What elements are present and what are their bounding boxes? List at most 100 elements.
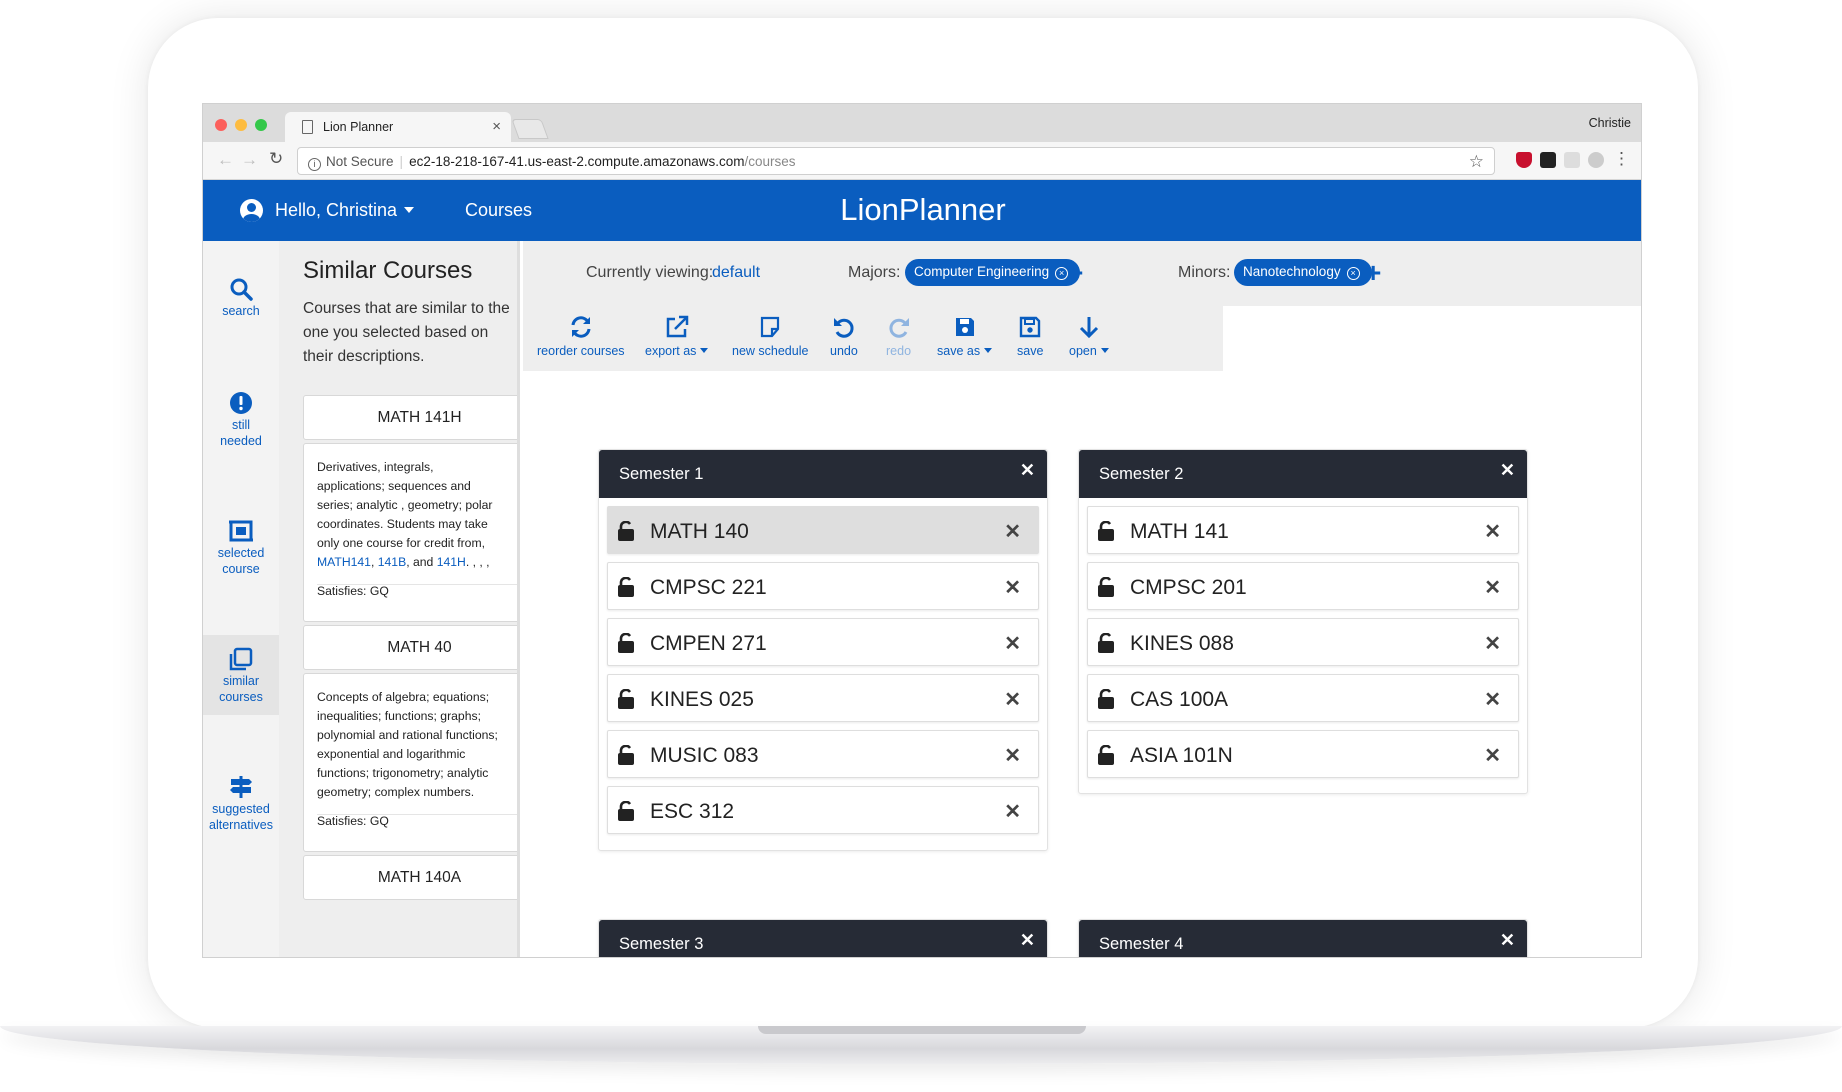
extension-icon[interactable] [1588,152,1604,168]
new-schedule-button[interactable]: new schedule [732,315,808,358]
link-separator: , and [406,555,437,569]
forward-icon[interactable]: → [241,150,258,170]
remove-semester-icon[interactable]: ✕ [1500,930,1515,951]
extension-icon[interactable] [1564,152,1580,168]
undo-button[interactable]: undo [830,315,858,358]
course-row[interactable]: MATH 141 ✕ [1087,506,1519,554]
sidebar-item-selected-course[interactable]: selected course [203,519,279,577]
similar-course-header[interactable]: MATH 141H [303,395,517,440]
unlock-icon[interactable] [617,688,635,715]
sidebar-item-suggested-alternatives[interactable]: suggested alternatives [203,775,279,833]
course-row[interactable]: CMPSC 221 ✕ [607,562,1039,610]
remove-course-icon[interactable]: ✕ [1004,575,1021,600]
ublock-extension-icon[interactable] [1516,152,1532,168]
browser-menu-icon[interactable]: ⋮ [1613,149,1630,169]
remove-semester-icon[interactable]: ✕ [1020,930,1035,951]
sidebar-item-label: alternatives [209,818,273,832]
tab-close-icon[interactable]: × [492,118,501,135]
save-as-button[interactable]: save as [937,315,993,358]
remove-course-icon[interactable]: ✕ [1484,631,1501,656]
remove-circle-icon[interactable]: × [1346,267,1360,280]
course-row[interactable]: KINES 025 ✕ [607,674,1039,722]
extension-icon[interactable] [1540,152,1556,168]
course-row[interactable]: ESC 312 ✕ [607,786,1039,834]
semester-title: Semester 2 [1099,465,1184,483]
course-link[interactable]: MATH141 [317,555,371,569]
course-row[interactable]: MATH 140 ✕ [607,506,1039,554]
sidebar-item-label: selected [217,546,265,560]
url-host: ec2-18-218-167-41.us-east-2.compute.amaz… [409,154,745,169]
sidebar-item-search[interactable]: search [203,277,279,319]
browser-tab[interactable]: Lion Planner × [285,112,511,142]
course-row[interactable]: CMPSC 201 ✕ [1087,562,1519,610]
course-row[interactable]: CAS 100A ✕ [1087,674,1519,722]
url-input[interactable]: i Not Secure | ec2-18-218-167-41.us-east-2.… [297,147,1495,175]
profile-name[interactable]: Christie [1589,116,1631,130]
unlock-icon[interactable] [1097,632,1115,659]
course-description-line: applications; sequences and [317,479,471,493]
new-note-icon [761,316,780,338]
nav-courses-link[interactable]: Courses [465,200,532,221]
course-row[interactable]: KINES 088 ✕ [1087,618,1519,666]
minimize-window-button[interactable] [235,119,247,131]
course-row[interactable]: ASIA 101N ✕ [1087,730,1519,778]
export-as-button[interactable]: export as [645,315,709,358]
remove-course-icon[interactable]: ✕ [1004,687,1021,712]
remove-course-icon[interactable]: ✕ [1484,575,1501,600]
reload-icon[interactable]: ↻ [269,149,283,169]
laptop-notch [758,1026,1086,1034]
unlock-icon[interactable] [617,800,635,827]
security-label: Not Secure [326,154,394,169]
add-minor-button[interactable]: + [1365,257,1381,289]
unlock-icon[interactable] [617,576,635,603]
unlock-icon[interactable] [617,744,635,771]
remove-course-icon[interactable]: ✕ [1004,519,1021,544]
course-row[interactable]: MUSIC 083 ✕ [607,730,1039,778]
remove-course-icon[interactable]: ✕ [1484,519,1501,544]
viewing-value[interactable]: default [712,264,760,282]
major-badge[interactable]: Computer Engineering × [905,259,1081,286]
unlock-icon[interactable] [1097,520,1115,547]
major-name: Computer Engineering [914,264,1050,279]
remove-course-icon[interactable]: ✕ [1004,743,1021,768]
course-row[interactable]: CMPEN 271 ✕ [607,618,1039,666]
unlock-icon[interactable] [1097,744,1115,771]
toolbar-label: new schedule [732,344,809,358]
chevron-down-icon [700,348,709,353]
bookmark-star-icon[interactable]: ☆ [1469,152,1484,172]
unlock-icon[interactable] [1097,576,1115,603]
remove-semester-icon[interactable]: ✕ [1020,460,1035,481]
redo-button[interactable]: redo [886,315,911,358]
similar-course-header[interactable]: MATH 140A [303,855,517,900]
unlock-icon[interactable] [617,632,635,659]
remove-course-icon[interactable]: ✕ [1484,743,1501,768]
remove-course-icon[interactable]: ✕ [1004,631,1021,656]
sidebar-item-still-needed[interactable]: still needed [203,391,279,449]
course-code: CMPEN 271 [650,632,767,655]
course-link[interactable]: 141H [437,555,466,569]
maximize-window-button[interactable] [255,119,267,131]
course-link[interactable]: 141B [378,555,406,569]
remove-course-icon[interactable]: ✕ [1484,687,1501,712]
open-button[interactable]: open [1069,315,1109,358]
minor-badge[interactable]: Nanotechnology × [1234,259,1372,286]
save-button[interactable]: save [1017,315,1043,358]
back-icon[interactable]: ← [217,150,234,170]
unlock-icon[interactable] [617,520,635,547]
satisfies-value: GQ [369,584,389,598]
course-description-line: coordinates. Students may take [317,517,488,531]
course-code: KINES 025 [650,688,754,711]
user-menu[interactable]: Hello, Christina [240,197,415,223]
reorder-courses-button[interactable]: reorder courses [537,315,625,358]
info-icon[interactable]: i [308,158,321,171]
remove-semester-icon[interactable]: ✕ [1500,460,1515,481]
unlock-icon[interactable] [1097,688,1115,715]
remove-course-icon[interactable]: ✕ [1004,799,1021,824]
add-major-button[interactable]: + [1067,257,1083,289]
close-window-button[interactable] [215,119,227,131]
exclamation-icon [230,392,252,414]
similar-course-header[interactable]: MATH 40 [303,625,517,670]
sidebar-item-similar-courses[interactable]: similar courses [203,635,279,715]
new-tab-button[interactable] [511,119,549,139]
tab-strip: Lion Planner × Christie [203,104,1641,142]
